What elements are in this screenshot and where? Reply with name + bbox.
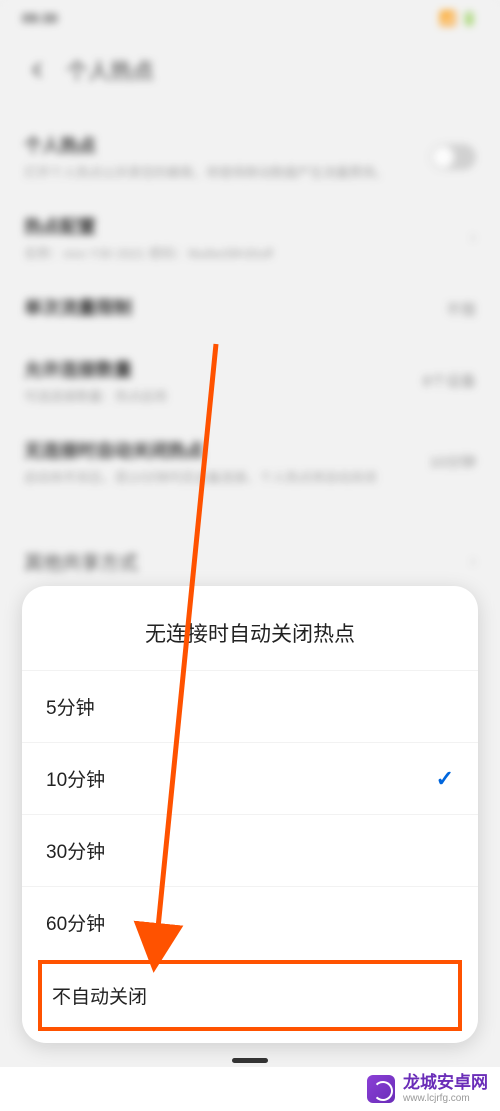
status-time: 09:30 bbox=[22, 10, 58, 26]
watermark-logo-icon bbox=[367, 1075, 395, 1103]
option-label: 不自动关闭 bbox=[52, 987, 147, 1008]
setting-title: 个人热点 bbox=[24, 132, 430, 158]
page-title: 个人热点 bbox=[66, 54, 154, 86]
modal-title: 无连接时自动关闭热点 bbox=[22, 586, 478, 670]
auto-off-modal: 无连接时自动关闭热点 5分钟 10分钟 ✓ 30分钟 60分钟 不自动关闭 bbox=[22, 586, 478, 1043]
setting-sub: 启动本开关后，若10分钟内无设备连接，个人热点将自动关闭 bbox=[24, 467, 429, 486]
option-10min[interactable]: 10分钟 ✓ bbox=[22, 742, 478, 814]
option-30min[interactable]: 30分钟 bbox=[22, 814, 478, 886]
option-label: 30分钟 bbox=[46, 837, 105, 864]
setting-title: 单次流量限制 bbox=[24, 294, 446, 320]
setting-value: 8个设备 bbox=[423, 370, 476, 391]
setting-auto-off[interactable]: 无连接时自动关闭热点 启动本开关后，若10分钟内无设备连接，个人热点将自动关闭 … bbox=[24, 421, 476, 502]
setting-sub: 名称：vivo Y30 2021 密码：9tu8w39h30uff bbox=[24, 243, 470, 262]
setting-data-limit[interactable]: 单次流量限制 不限 bbox=[24, 278, 476, 340]
settings-list: 个人热点 打开个人热点以共享您的蜂窝，将使用移动数据产生流量费用。 热点配置 名… bbox=[0, 106, 500, 512]
option-label: 60分钟 bbox=[46, 909, 105, 936]
setting-hotspot-toggle[interactable]: 个人热点 打开个人热点以共享您的蜂窝，将使用移动数据产生流量费用。 bbox=[24, 116, 476, 197]
status-icons: 📶 🔋 bbox=[439, 10, 478, 27]
watermark: 龙城安卓网 www.lcjrfg.com bbox=[0, 1067, 500, 1111]
setting-value: 不限 bbox=[446, 299, 476, 320]
chevron-right-icon: › bbox=[470, 227, 476, 248]
setting-sub: 打开个人热点以共享您的蜂窝，将使用移动数据产生流量费用。 bbox=[24, 162, 430, 181]
watermark-url: www.lcjrfg.com bbox=[403, 1093, 488, 1104]
other-share-label: 其他共享方式 bbox=[24, 548, 138, 575]
setting-value: 10分钟 bbox=[429, 451, 476, 472]
setting-title: 无连接时自动关闭热点 bbox=[24, 437, 429, 463]
setting-max-connections[interactable]: 允许连接数量 可选连接数量：热点启用 8个设备 bbox=[24, 340, 476, 421]
option-60min[interactable]: 60分钟 bbox=[22, 886, 478, 958]
checkmark-icon: ✓ bbox=[436, 766, 454, 792]
chevron-right-icon: › bbox=[470, 551, 476, 572]
setting-hotspot-config[interactable]: 热点配置 名称：vivo Y30 2021 密码：9tu8w39h30uff › bbox=[24, 197, 476, 278]
option-5min[interactable]: 5分钟 bbox=[22, 670, 478, 742]
option-never-off[interactable]: 不自动关闭 bbox=[38, 960, 462, 1031]
setting-sub: 可选连接数量：热点启用 bbox=[24, 386, 423, 405]
option-label: 5分钟 bbox=[46, 693, 95, 720]
status-bar: 09:30 📶 🔋 bbox=[0, 0, 500, 36]
setting-title: 允许连接数量 bbox=[24, 356, 423, 382]
back-icon[interactable] bbox=[28, 60, 48, 80]
home-indicator[interactable] bbox=[232, 1058, 268, 1063]
page-header: 个人热点 bbox=[0, 36, 500, 106]
option-label: 10分钟 bbox=[46, 765, 105, 792]
setting-title: 热点配置 bbox=[24, 213, 470, 239]
setting-other-share[interactable]: 其他共享方式 › bbox=[0, 528, 500, 595]
watermark-title: 龙城安卓网 bbox=[403, 1074, 488, 1093]
toggle-switch[interactable] bbox=[430, 144, 476, 170]
